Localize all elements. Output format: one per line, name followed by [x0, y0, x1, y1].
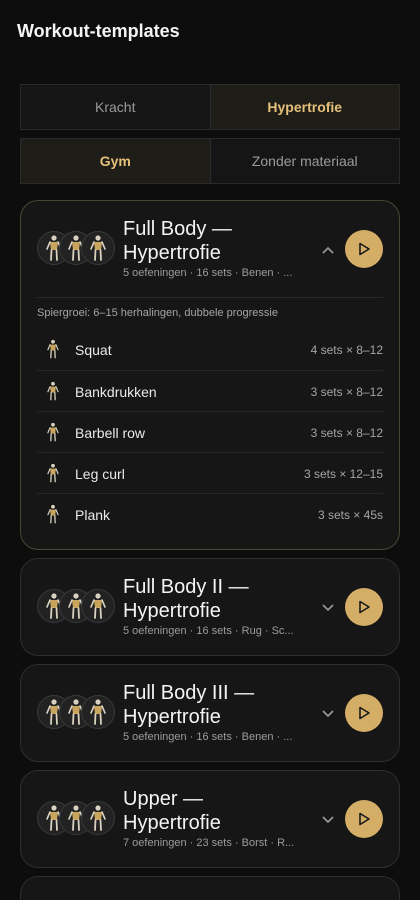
- exercise-sets: 3 sets × 12–15: [303, 467, 383, 481]
- muscle-group-avatars: [37, 589, 117, 623]
- chevron-down-icon[interactable]: [319, 705, 337, 723]
- play-icon: [359, 812, 370, 826]
- exercise-row[interactable]: Plank 3 sets × 45s: [37, 493, 383, 534]
- template-card-header[interactable]: Upper — Hypertrofie 7 oefeningen · 23 se…: [21, 771, 399, 867]
- template-meta: 5 oefeningen · 16 sets · Benen · ...: [123, 267, 293, 279]
- start-workout-button[interactable]: [345, 694, 383, 732]
- divider: [37, 297, 383, 298]
- template-goal-description: Spiergroei: 6–15 herhalingen, dubbele pr…: [37, 307, 278, 319]
- body-figure-icon: [47, 463, 59, 483]
- template-title: Full Body II — Hypertrofie: [123, 576, 249, 622]
- start-workout-button[interactable]: [345, 230, 383, 268]
- template-card[interactable]: Full Body III — Hypertrofie 5 oefeningen…: [20, 664, 400, 762]
- play-icon: [359, 706, 370, 720]
- template-title: Full Body — Hypertrofie: [123, 218, 232, 264]
- exercise-name: Bankdrukken: [75, 384, 157, 400]
- start-workout-button[interactable]: [345, 800, 383, 838]
- template-meta: 5 oefeningen · 16 sets · Benen · ...: [123, 731, 293, 743]
- template-card-header[interactable]: Full Body — Hypertrofie 5 oefeningen · 1…: [21, 201, 399, 297]
- exercise-name: Leg curl: [75, 466, 125, 482]
- template-card[interactable]: Full Body II — Hypertrofie 5 oefeningen …: [20, 558, 400, 656]
- exercise-name: Plank: [75, 507, 111, 523]
- template-card-header[interactable]: Full Body II — Hypertrofie 5 oefeningen …: [21, 559, 399, 655]
- equipment-segmented-control: Gym Zonder materiaal: [20, 138, 400, 184]
- tab-kracht[interactable]: Kracht: [21, 85, 210, 129]
- exercise-name: Barbell row: [75, 425, 146, 441]
- exercise-name: Squat: [75, 342, 112, 358]
- exercise-row[interactable]: Squat 4 sets × 8–12: [37, 329, 383, 370]
- template-title: Full Body III — Hypertrofie: [123, 682, 255, 728]
- template-meta: 5 oefeningen · 16 sets · Rug · Sc...: [123, 625, 294, 637]
- play-icon: [359, 600, 370, 614]
- exercise-row[interactable]: Leg curl 3 sets × 12–15: [37, 452, 383, 493]
- play-icon: [359, 242, 370, 256]
- template-title: Upper — Hypertrofie: [123, 788, 221, 834]
- template-card[interactable]: Upper — Hypertrofie 7 oefeningen · 23 se…: [20, 770, 400, 868]
- chevron-up-icon[interactable]: [319, 241, 337, 259]
- template-meta: 7 oefeningen · 23 sets · Borst · R...: [123, 837, 295, 849]
- exercise-list: Squat 4 sets × 8–12 Bankdrukken 3 sets ×…: [37, 329, 383, 534]
- exercise-sets: 3 sets × 8–12: [310, 426, 383, 440]
- muscle-group-avatars: [37, 695, 117, 729]
- goal-segmented-control: Kracht Hypertrofie: [20, 84, 400, 130]
- tab-gym[interactable]: Gym: [21, 139, 210, 183]
- page-title: Workout-templates: [17, 21, 180, 41]
- body-figure-icon: [81, 801, 115, 835]
- muscle-group-avatars: [37, 801, 117, 835]
- body-figure-icon: [47, 381, 59, 401]
- body-figure-icon: [47, 422, 59, 442]
- template-card-header[interactable]: Full Body III — Hypertrofie 5 oefeningen…: [21, 665, 399, 761]
- exercise-row[interactable]: Barbell row 3 sets × 8–12: [37, 411, 383, 452]
- chevron-down-icon[interactable]: [319, 599, 337, 617]
- chevron-down-icon[interactable]: [319, 811, 337, 829]
- template-card: Full Body — Hypertrofie 5 oefeningen · 1…: [20, 200, 400, 550]
- exercise-sets: 3 sets × 8–12: [310, 385, 383, 399]
- tab-zonder-materiaal[interactable]: Zonder materiaal: [209, 139, 400, 183]
- body-figure-icon: [47, 504, 59, 524]
- exercise-row[interactable]: Bankdrukken 3 sets × 8–12: [37, 370, 383, 411]
- muscle-group-avatars: [37, 231, 117, 265]
- exercise-sets: 3 sets × 45s: [317, 508, 383, 522]
- start-workout-button[interactable]: [345, 588, 383, 626]
- tab-hypertrofie[interactable]: Hypertrofie: [209, 85, 399, 129]
- template-card[interactable]: [20, 876, 400, 900]
- body-figure-icon: [81, 695, 115, 729]
- body-figure-icon: [47, 339, 59, 359]
- body-figure-icon: [81, 231, 115, 265]
- exercise-sets: 4 sets × 8–12: [310, 343, 383, 357]
- body-figure-icon: [81, 589, 115, 623]
